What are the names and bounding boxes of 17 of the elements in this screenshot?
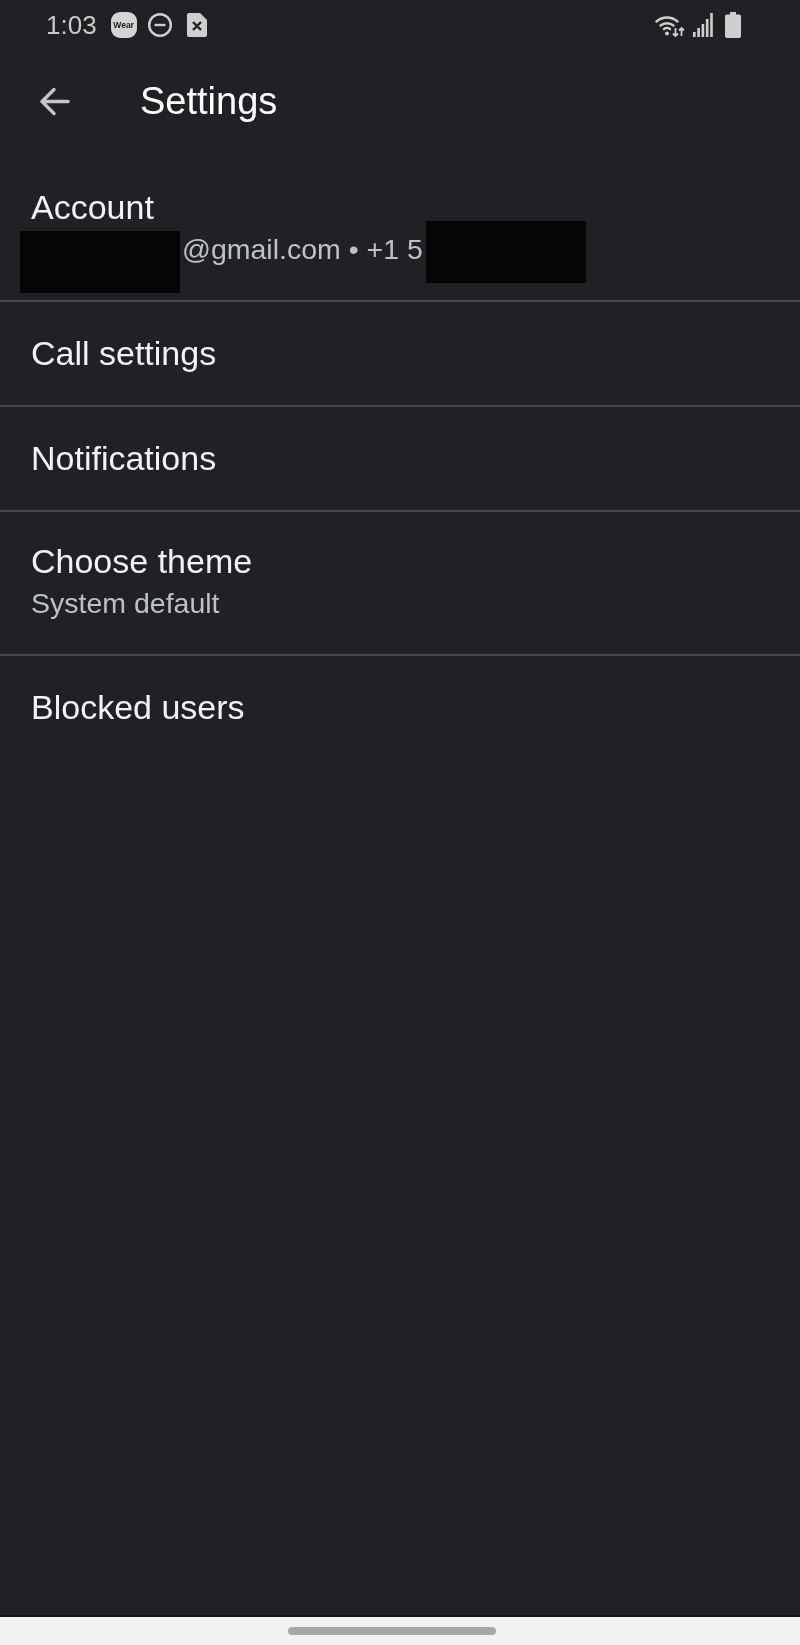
wear-badge: Wear	[110, 12, 137, 38]
sim-card-icon	[186, 13, 207, 37]
setting-title[interactable]: Call settings	[31, 333, 217, 373]
navigation-handle[interactable]	[288, 1627, 496, 1635]
screen-title: Settings	[140, 79, 278, 123]
setting-title[interactable]: Notifications	[31, 438, 217, 478]
do-not-disturb-icon	[147, 13, 172, 37]
back-arrow-icon[interactable]	[38, 85, 70, 117]
setting-title[interactable]: Choose theme	[31, 541, 253, 581]
status-time: 1:03	[46, 10, 97, 40]
setting-summary: @gmail.com • +1 5	[182, 232, 423, 266]
signal-bars-icon	[693, 13, 713, 37]
setting-summary: System default	[31, 586, 220, 620]
wifi-icon	[655, 13, 685, 37]
setting-title[interactable]: Blocked users	[31, 687, 245, 727]
setting-title[interactable]: Account	[31, 187, 154, 227]
battery-icon	[725, 12, 741, 38]
